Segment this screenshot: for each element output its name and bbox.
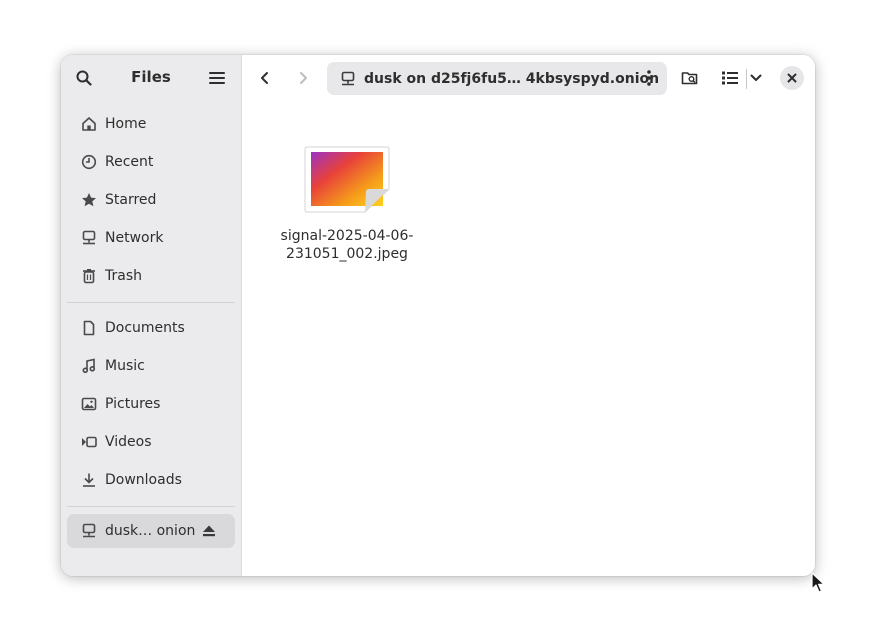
close-button[interactable]	[780, 66, 804, 90]
sidebar-item-label: Recent	[105, 154, 154, 170]
sidebar-item-starred[interactable]: Starred	[67, 183, 235, 217]
home-icon	[80, 115, 98, 133]
search-icon	[76, 70, 92, 86]
network-icon	[80, 229, 98, 247]
view-options-dropdown[interactable]	[744, 64, 768, 92]
mouse-cursor-icon	[811, 572, 825, 593]
video-icon	[80, 433, 98, 451]
sidebar-item-home[interactable]: Home	[67, 107, 235, 141]
sidebar-item-label: Starred	[105, 192, 157, 208]
music-icon	[80, 357, 98, 375]
network-drive-icon	[80, 522, 98, 540]
kebab-menu-icon	[647, 70, 651, 86]
sidebar-item-label: Network	[105, 230, 164, 246]
sidebar-item-label: dusk… onion	[105, 523, 196, 539]
path-label: dusk on d25fj6fu5… 4kbsyspyd.onion	[364, 70, 660, 87]
sidebar-item-label: Music	[105, 358, 145, 374]
search-folder-button[interactable]	[676, 64, 704, 92]
files-window: Files Home Recent Starred Network Trash …	[61, 55, 815, 576]
hamburger-menu-icon	[209, 72, 225, 84]
path-menu-button[interactable]	[639, 68, 659, 88]
sidebar-item-trash[interactable]: Trash	[67, 259, 235, 293]
sidebar-item-label: Documents	[105, 320, 185, 336]
sidebar-item-label: Videos	[105, 434, 152, 450]
folder-search-icon	[681, 72, 698, 85]
sidebar-item-label: Pictures	[105, 396, 161, 412]
star-icon	[80, 191, 98, 209]
sidebar-header: Files	[61, 55, 241, 101]
eject-icon[interactable]	[201, 523, 217, 539]
sidebar-item-recent[interactable]: Recent	[67, 145, 235, 179]
trash-icon	[80, 267, 98, 285]
sidebar-item-downloads[interactable]: Downloads	[67, 463, 235, 497]
sidebar-item-onion-mount[interactable]: dusk… onion	[67, 514, 235, 548]
main-content: dusk on d25fj6fu5… 4kbsyspyd.onion signa…	[242, 55, 815, 576]
view-toggle-button[interactable]	[716, 64, 744, 92]
chevron-right-icon	[300, 72, 307, 84]
sidebar: Files Home Recent Starred Network Trash …	[61, 55, 242, 576]
clock-icon	[80, 153, 98, 171]
document-icon	[80, 319, 98, 337]
close-icon	[787, 73, 797, 83]
main-menu-button[interactable]	[204, 65, 230, 91]
download-icon	[80, 471, 98, 489]
file-name: signal-2025-04-06- 231051_002.jpeg	[272, 227, 422, 263]
sidebar-item-label: Trash	[105, 268, 142, 284]
file-item[interactable]: signal-2025-04-06- 231051_002.jpeg	[272, 143, 422, 273]
file-name-line-1: signal-2025-04-06-	[280, 228, 414, 244]
sidebar-item-videos[interactable]: Videos	[67, 425, 235, 459]
app-title: Files	[131, 68, 171, 86]
path-bar[interactable]: dusk on d25fj6fu5… 4kbsyspyd.onion	[327, 62, 667, 95]
sidebar-item-label: Home	[105, 116, 147, 132]
chevron-left-icon	[261, 72, 268, 84]
back-button[interactable]	[251, 64, 279, 92]
network-drive-icon	[340, 71, 356, 87]
sidebar-divider	[67, 506, 235, 507]
search-button[interactable]	[71, 65, 97, 91]
sidebar-item-music[interactable]: Music	[67, 349, 235, 383]
sidebar-item-documents[interactable]: Documents	[67, 311, 235, 345]
file-name-line-2: 231051_002.jpeg	[286, 246, 408, 262]
picture-icon	[80, 395, 98, 413]
sidebar-divider	[67, 302, 235, 303]
sidebar-item-label: Downloads	[105, 472, 182, 488]
sidebar-item-network[interactable]: Network	[67, 221, 235, 255]
list-view-icon	[722, 71, 738, 85]
forward-button[interactable]	[289, 64, 317, 92]
chevron-down-icon	[750, 74, 762, 81]
sidebar-item-pictures[interactable]: Pictures	[67, 387, 235, 421]
image-thumbnail-icon	[304, 146, 390, 213]
